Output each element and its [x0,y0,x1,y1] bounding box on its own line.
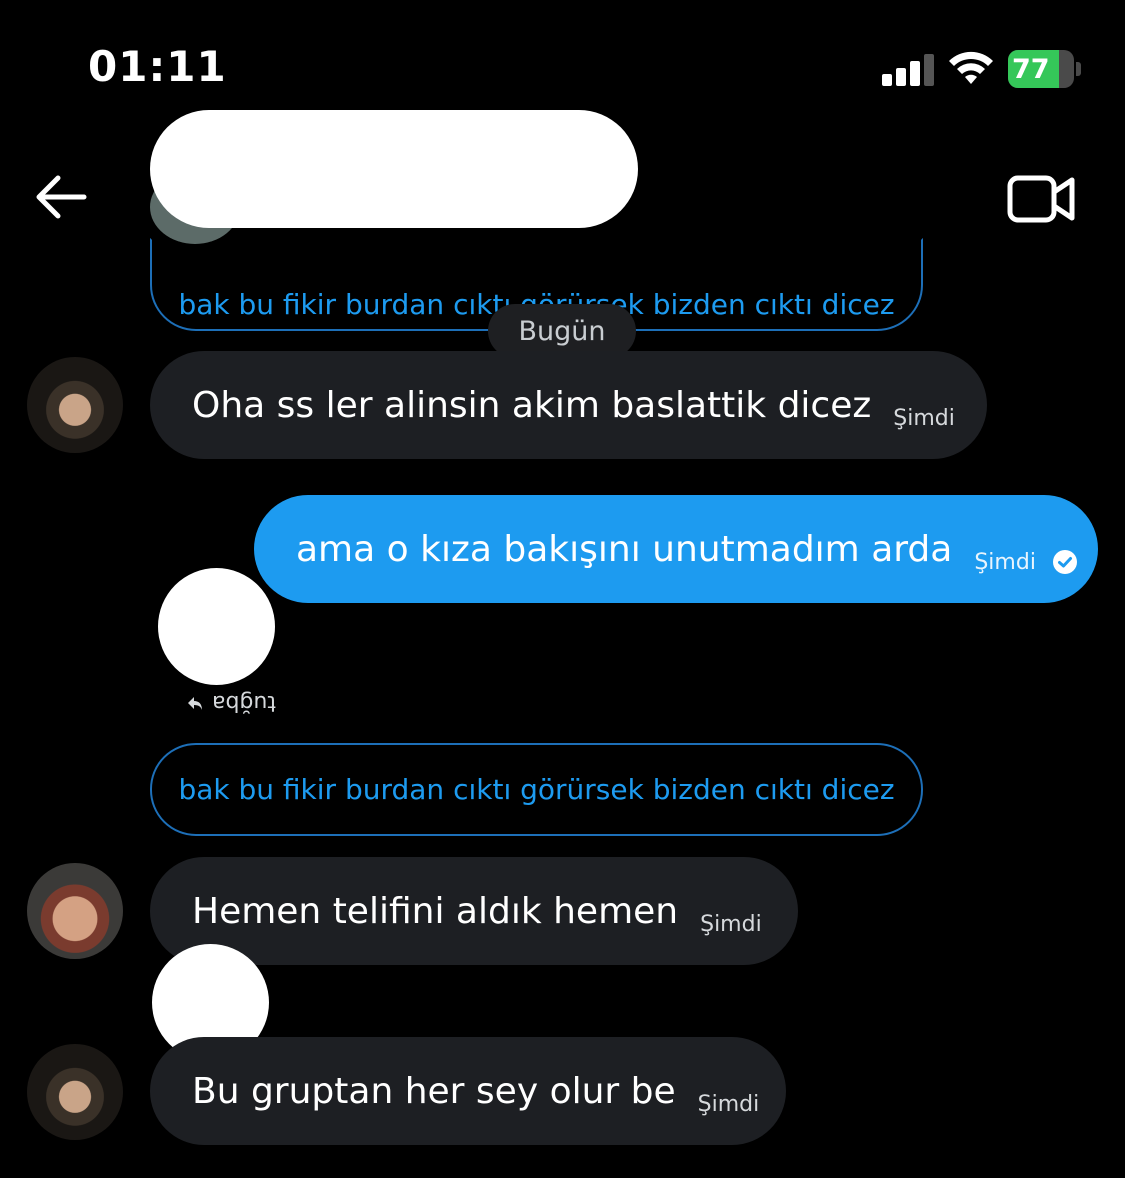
message-text: Oha ss ler alinsin akim baslattik dicez [192,384,872,426]
battery-icon: 77 [1008,50,1081,88]
battery-level: 77 [1012,54,1050,85]
sender-avatar[interactable] [27,1044,123,1140]
message-time: Şimdi [893,405,955,431]
received-message-bubble[interactable]: Oha ss ler alinsin akim baslattik dicez … [150,351,987,459]
reply-arrow-icon [188,696,202,710]
quoted-message[interactable]: bak bu fikir burdan cıktı görürsek bizde… [150,743,923,836]
sender-avatar[interactable] [27,863,123,959]
message-text: Bu gruptan her sey olur be [192,1070,676,1112]
check-circle-icon [1052,550,1077,574]
message-time: Şimdi [974,549,1036,575]
redacted-conversation-name [150,110,638,228]
sender-avatar[interactable] [27,357,123,453]
message-text: Hemen telifini aldık hemen [192,890,679,932]
reply-name: tuğba [212,690,276,715]
received-message-bubble[interactable]: Hemen telifini aldık hemen Şimdi [150,857,798,965]
sent-message-bubble[interactable]: ama o kıza bakışını unutmadım arda Şimdi [254,495,1098,603]
wifi-icon [949,51,993,84]
message-time: Şimdi [697,1091,760,1117]
message-time: Şimdi [700,911,762,937]
redacted-avatar [158,568,275,685]
status-time: 01:11 [88,42,227,91]
message-text: ama o kıza bakışını unutmadım arda [296,528,953,570]
date-separator: Bugün [488,304,636,358]
received-message-bubble[interactable]: Bu gruptan her sey olur be Şimdi [150,1037,786,1145]
quoted-message-text: bak bu fikir burdan cıktı görürsek bizde… [178,773,895,806]
cellular-signal-icon [882,52,936,86]
reply-indicator[interactable]: tuğba [186,690,276,715]
back-arrow-icon[interactable] [34,172,88,222]
video-camera-icon[interactable] [1006,172,1076,226]
